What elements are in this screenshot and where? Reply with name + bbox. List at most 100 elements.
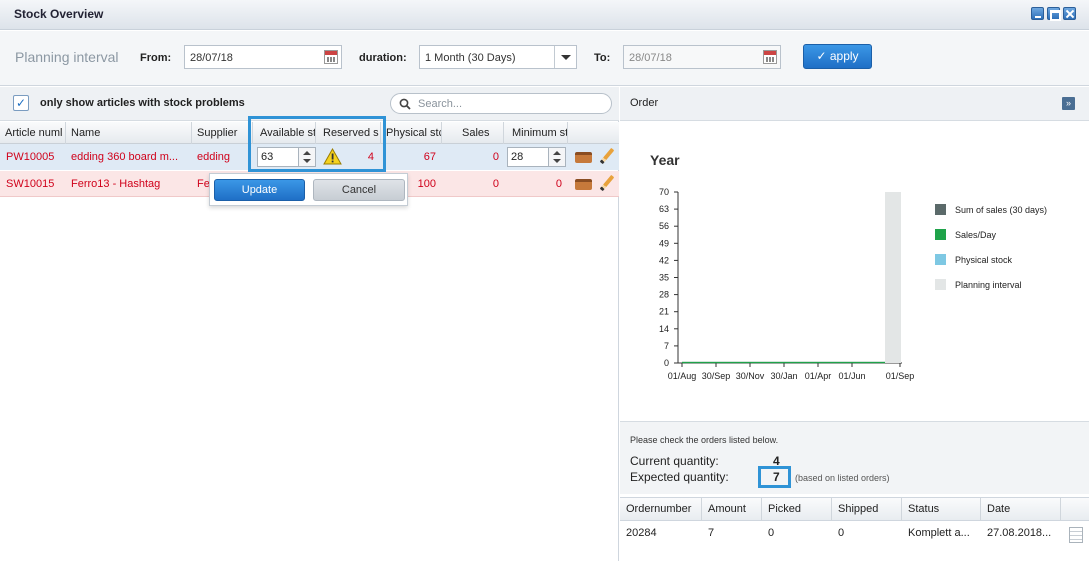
- window-title: Stock Overview: [14, 7, 104, 21]
- legend-swatch: [935, 204, 946, 215]
- column-date[interactable]: Date: [981, 498, 1061, 521]
- y-tick-label: 0: [664, 358, 669, 368]
- y-tick-label: 14: [659, 324, 669, 334]
- duration-label: duration:: [359, 52, 407, 64]
- article-name: edding 360 board m...: [71, 151, 179, 163]
- expected-quantity-note: (based on listed orders): [795, 473, 890, 483]
- legend-label: Planning interval: [955, 280, 1022, 290]
- document-icon[interactable]: [1069, 527, 1083, 543]
- column-physical-stock[interactable]: Physical stc: [381, 122, 442, 144]
- calendar-icon: [763, 50, 777, 64]
- expected-quantity-label: Expected quantity:: [630, 470, 729, 484]
- y-tick-label: 35: [659, 273, 669, 283]
- edit-pencil-icon[interactable]: [599, 147, 615, 165]
- expand-panel-icon[interactable]: »: [1062, 97, 1075, 110]
- highlight-expected-quantity: [758, 466, 791, 488]
- x-tick-label: 01/Sep: [886, 371, 915, 381]
- search-icon: [399, 98, 411, 110]
- to-date-field: 28/07/18: [623, 45, 781, 69]
- column-minimum-stock[interactable]: Minimum st: [504, 122, 568, 144]
- x-tick-label: 30/Sep: [702, 371, 731, 381]
- stepper-arrows-icon[interactable]: [548, 148, 565, 166]
- supplier: edding: [197, 151, 231, 163]
- order-picked: 0: [768, 527, 775, 539]
- legend-swatch: [935, 229, 946, 240]
- apply-button[interactable]: ✓ apply: [803, 44, 872, 69]
- minimum-stock-value: 28: [511, 151, 524, 163]
- from-date-value: 28/07/18: [190, 52, 233, 64]
- order-shipped: 0: [838, 527, 845, 539]
- x-tick-label: 30/Jan: [770, 371, 797, 381]
- sales: 0: [492, 178, 499, 190]
- search-placeholder: Search...: [418, 98, 463, 110]
- y-tick-label: 28: [659, 290, 669, 300]
- stock-problems-label: only show articles with stock problems: [40, 97, 245, 109]
- y-tick-label: 21: [659, 307, 669, 317]
- column-article-number[interactable]: Article numl: [0, 122, 66, 144]
- duration-select[interactable]: 1 Month (30 Days): [419, 45, 577, 69]
- column-status[interactable]: Status: [902, 498, 981, 521]
- stock-chart: 7063564942352821147001/Aug 30/Sep 30/Nov 30…: [659, 187, 1047, 381]
- check-icon: ✓: [15, 96, 27, 110]
- from-date-field[interactable]: 28/07/18: [184, 45, 342, 69]
- x-tick-label: 30/Nov: [736, 371, 765, 381]
- legend-swatch: [935, 254, 946, 265]
- chevron-down-icon: [561, 55, 571, 60]
- minimum-stock: 0: [555, 178, 562, 190]
- supplier: Fe: [197, 178, 209, 190]
- y-tick-label: 7: [664, 341, 669, 351]
- order-box-icon[interactable]: [575, 152, 592, 163]
- column-ordernumber[interactable]: Ordernumber: [620, 498, 702, 521]
- y-tick-label: 56: [659, 221, 669, 231]
- stock-problems-checkbox[interactable]: ✓: [13, 95, 29, 111]
- edit-pencil-icon[interactable]: [599, 174, 615, 192]
- column-amount[interactable]: Amount: [702, 498, 762, 521]
- x-tick-label: 01/Apr: [805, 371, 832, 381]
- order-status: Komplett a...: [908, 527, 970, 539]
- cancel-button[interactable]: Cancel: [313, 179, 405, 201]
- legend-swatch: [935, 279, 946, 290]
- to-label: To:: [594, 52, 611, 64]
- column-shipped[interactable]: Shipped: [832, 498, 902, 521]
- column-supplier[interactable]: Supplier: [192, 122, 253, 144]
- order-amount: 7: [708, 527, 715, 539]
- article-number: PW10005: [6, 151, 55, 163]
- sales: 0: [492, 151, 499, 163]
- column-picked[interactable]: Picked: [762, 498, 832, 521]
- x-tick-label: 01/Aug: [668, 371, 697, 381]
- article-name: Ferro13 - Hashtag: [71, 178, 161, 190]
- y-tick-label: 70: [659, 187, 669, 197]
- y-tick-label: 42: [659, 255, 669, 265]
- column-actions: [568, 122, 619, 144]
- minimize-icon[interactable]: [1031, 7, 1044, 20]
- planning-interval-label: Planning interval: [15, 49, 119, 65]
- order-number: 20284: [626, 527, 657, 539]
- from-label: From:: [140, 52, 172, 64]
- dropdown-button[interactable]: [554, 46, 576, 68]
- minimum-stock-stepper[interactable]: 28: [507, 147, 566, 167]
- chart-title: Year: [650, 152, 680, 168]
- legend-label: Sales/Day: [955, 230, 997, 240]
- close-icon[interactable]: [1063, 7, 1076, 20]
- order-info-box: Please check the orders listed below. Cu…: [620, 421, 1089, 494]
- column-name[interactable]: Name: [66, 122, 192, 144]
- y-tick-label: 49: [659, 238, 669, 248]
- duration-value: 1 Month (30 Days): [425, 52, 516, 64]
- to-date-value: 28/07/18: [629, 52, 672, 64]
- update-button[interactable]: Update: [214, 179, 305, 201]
- order-info-message: Please check the orders listed below.: [630, 435, 779, 445]
- article-number: SW10015: [6, 178, 55, 190]
- order-box-icon[interactable]: [575, 179, 592, 190]
- y-tick-label: 63: [659, 204, 669, 214]
- calendar-icon[interactable]: [324, 50, 338, 64]
- physical-stock: 67: [423, 151, 436, 163]
- legend-label: Physical stock: [955, 255, 1013, 265]
- planning-interval-bar: [885, 192, 901, 363]
- column-sales[interactable]: Sales: [442, 122, 504, 144]
- order-pane-title: Order: [630, 97, 659, 109]
- x-tick-label: 01/Jun: [838, 371, 865, 381]
- search-input[interactable]: Search...: [390, 93, 612, 114]
- maximize-icon[interactable]: [1047, 7, 1061, 21]
- row-editor-popup: Update Cancel: [209, 173, 408, 206]
- highlight-stock-columns: [248, 116, 386, 172]
